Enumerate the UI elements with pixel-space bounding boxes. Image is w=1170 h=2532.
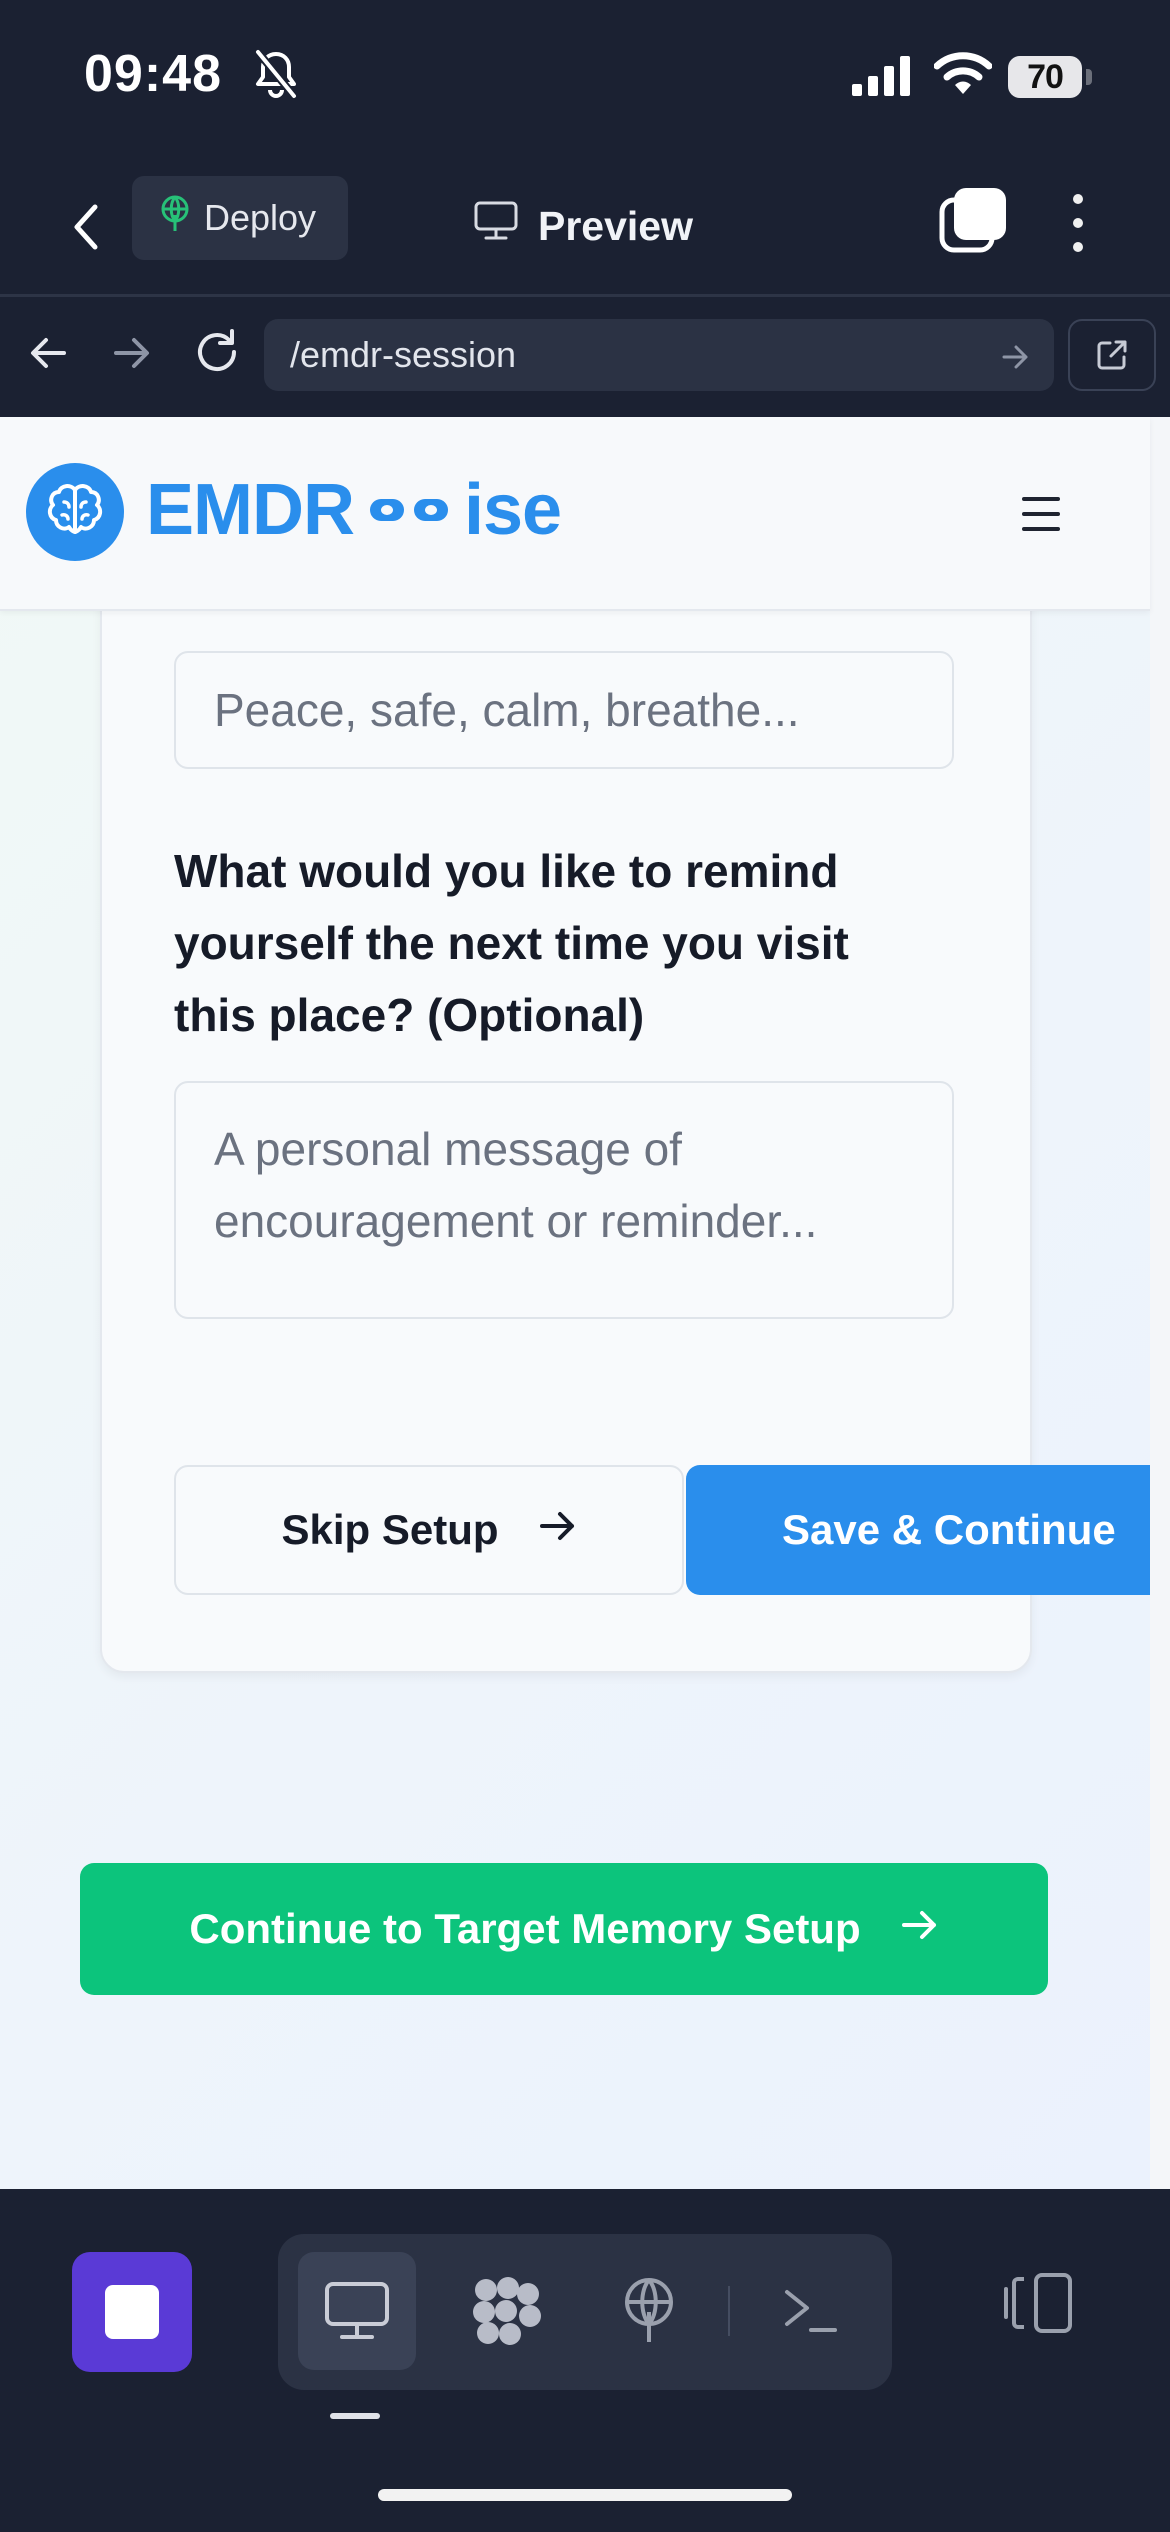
deploy-icon [158, 195, 192, 242]
deploy-label: Deploy [204, 197, 317, 238]
tool-switcher [278, 2234, 892, 2390]
logo-prefix: EMDR [146, 470, 355, 550]
hamburger-menu-icon[interactable] [1022, 497, 1062, 531]
deploy-icon [625, 2278, 673, 2342]
web-preview: Peace, safe, calm, breathe... What would… [0, 417, 1170, 2189]
tabs-icon [939, 188, 1006, 253]
reminder-placeholder: A personal message of encouragement or r… [214, 1123, 818, 1247]
back-button[interactable] [62, 192, 110, 262]
signal-bars-icon [852, 56, 916, 96]
url-text: /emdr-session [290, 334, 517, 375]
status-time: 09:48 [84, 45, 222, 103]
chevron-left-icon [74, 204, 98, 250]
more-vertical-icon[interactable] [1058, 188, 1098, 258]
reminder-textarea[interactable]: A personal message of encouragement or r… [174, 1081, 954, 1319]
battery-cap [1086, 69, 1092, 85]
layout-button[interactable] [990, 2255, 1086, 2351]
deploy-tool-button[interactable] [590, 2252, 708, 2370]
terminal-icon [785, 2290, 837, 2332]
home-indicator [378, 2489, 792, 2501]
app-logo[interactable]: EMDR ise [146, 469, 562, 551]
skip-setup-button[interactable]: Skip Setup [174, 1465, 684, 1595]
preview-title: Preview [474, 188, 693, 264]
brain-icon[interactable] [26, 463, 124, 561]
top-bar: Deploy Preview [0, 160, 1170, 294]
monitor-icon [325, 2282, 389, 2339]
deploy-button[interactable]: Deploy [132, 176, 348, 260]
continue-target-memory-button[interactable]: Continue to Target Memory Setup [80, 1863, 1048, 1995]
url-input[interactable]: /emdr-session [264, 319, 1054, 391]
app-header: EMDR ise [0, 417, 1150, 611]
stop-icon [105, 2285, 159, 2339]
status-bar: 09:48 70 [0, 0, 1170, 160]
reminder-question-label: What would you like to remind yourself t… [174, 845, 849, 1041]
shell-tool-button[interactable] [752, 2252, 870, 2370]
logo-suffix: ise [464, 470, 562, 550]
external-link-icon[interactable] [1068, 319, 1156, 391]
url-bar: /emdr-session [0, 297, 1170, 417]
toolbar-divider [728, 2286, 730, 2336]
preview-label: Preview [538, 202, 693, 249]
arrow-right-icon[interactable] [998, 339, 1034, 375]
arrow-right-icon [901, 1905, 939, 1953]
battery-level: 70 [1008, 56, 1082, 98]
reload-icon[interactable] [192, 327, 242, 377]
wifi-icon [933, 50, 993, 96]
monitor-icon [474, 201, 518, 251]
arrow-right-icon [539, 1506, 577, 1554]
scroll-edge [1150, 417, 1170, 2189]
eyes-icon [370, 499, 448, 521]
feeling-words-placeholder: Peace, safe, calm, breathe... [214, 684, 800, 736]
layout-icon [1004, 2273, 1072, 2333]
agent-icon [473, 2277, 541, 2345]
agent-tool-button[interactable] [448, 2252, 566, 2370]
preview-tool-button[interactable] [298, 2252, 416, 2370]
feeling-words-input[interactable]: Peace, safe, calm, breathe... [174, 651, 954, 769]
tabs-button[interactable] [938, 186, 1008, 256]
stop-button[interactable] [72, 2252, 192, 2372]
arrow-left-icon[interactable] [26, 331, 70, 375]
continue-label: Continue to Target Memory Setup [189, 1905, 861, 1952]
bell-slash-icon [252, 48, 300, 100]
battery-icon: 70 [1008, 56, 1092, 98]
save-continue-label: Save & Continue [782, 1506, 1116, 1553]
bottom-toolbar [0, 2189, 1170, 2532]
save-continue-button[interactable]: Save & Continue [686, 1465, 1170, 1595]
active-tool-indicator [330, 2413, 380, 2419]
skip-setup-label: Skip Setup [281, 1506, 499, 1553]
arrow-right-icon[interactable] [110, 331, 154, 375]
